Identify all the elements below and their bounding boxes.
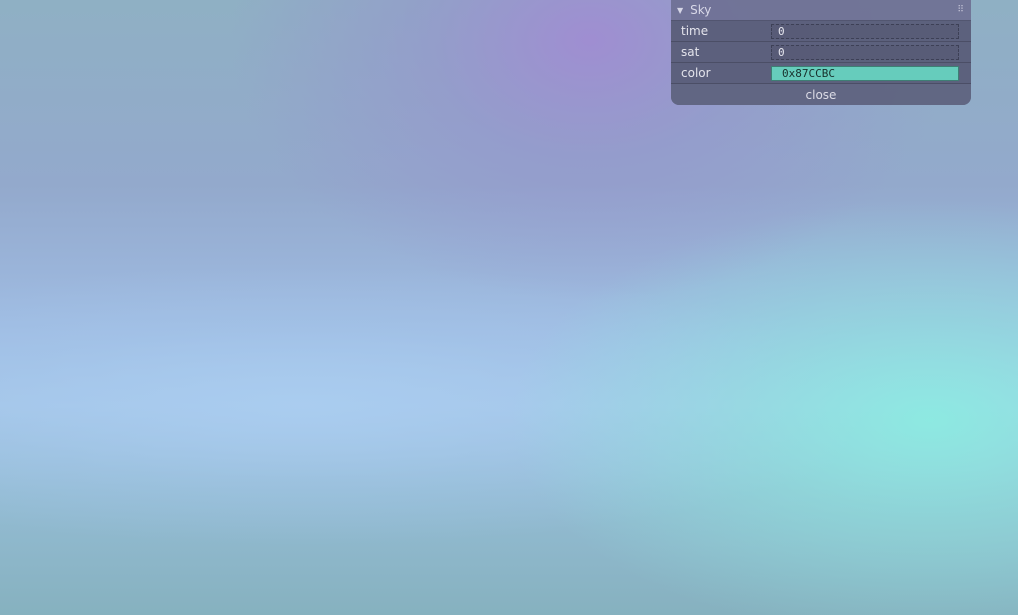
controller-label-time: time [681,24,709,38]
folder-title: Sky [690,3,712,17]
close-controls-button[interactable]: close [671,84,971,105]
controller-label-sat: sat [681,45,700,59]
sat-input[interactable]: 0 [771,44,959,60]
controller-row-color: color 0x87CCBC [671,63,971,84]
drag-handle-icon[interactable]: ⠿ [957,5,964,15]
time-input[interactable]: 0 [771,23,959,39]
controller-label-color: color [681,66,711,80]
color-input[interactable]: 0x87CCBC [771,65,959,81]
folder-header-sky[interactable]: ▼ Sky ⠿ [671,0,971,21]
controller-row-sat: sat 0 [671,42,971,63]
triangle-down-icon: ▼ [677,5,684,15]
controller-row-time: time 0 [671,21,971,42]
dat-gui-panel: ▼ Sky ⠿ time 0 sat 0 color 0x87CCBC clos… [671,0,971,105]
